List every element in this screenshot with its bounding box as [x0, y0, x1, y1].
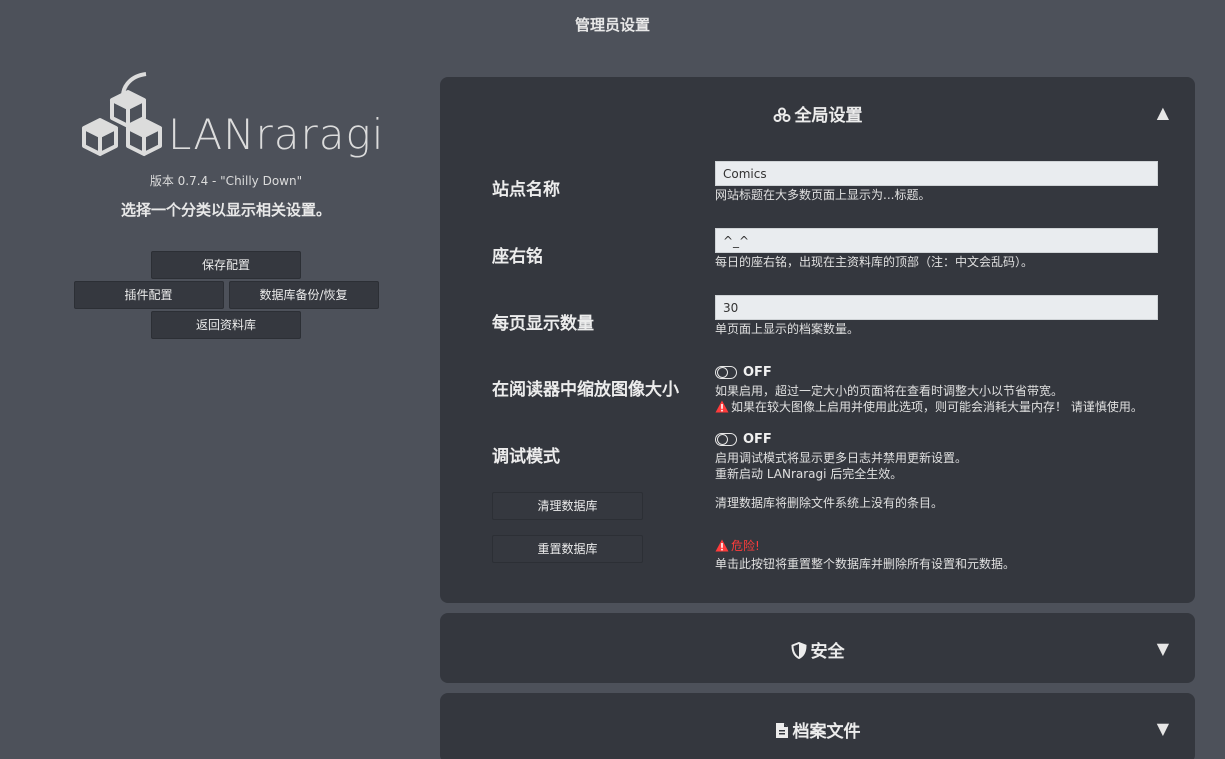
reset-danger-line: 危险!: [715, 538, 1158, 556]
security-panel: 安全 ▼: [440, 613, 1195, 683]
logo-text: LANraragi: [168, 110, 385, 159]
toggle-off-icon: [715, 432, 737, 446]
logo-cubes-icon: [82, 72, 162, 156]
resize-desc: 如果启用，超过一定大小的页面将在查看时调整大小以节省带宽。: [715, 384, 1064, 398]
resize-warning-text: 如果在较大图像上启用并使用此选项，则可能会消耗大量内存！ 请谨慎使用。: [731, 400, 1143, 414]
archive-files-header[interactable]: 档案文件 ▼: [440, 693, 1195, 759]
logo: LANraragi: [70, 70, 385, 170]
global-settings-header[interactable]: 全局设置 ▲: [440, 77, 1195, 147]
per-page-desc: 单页面上显示的档案数量。: [715, 322, 860, 336]
cogs-icon: [773, 107, 791, 128]
collapse-arrow-icon[interactable]: ▲: [1157, 103, 1169, 122]
resize-warning-line: 如果在较大图像上启用并使用此选项，则可能会消耗大量内存！ 请谨慎使用。: [715, 399, 1158, 417]
reset-db-desc: 单击此按钮将重置整个数据库并删除所有设置和元数据。: [715, 557, 1016, 571]
expand-arrow-icon[interactable]: ▼: [1157, 639, 1169, 658]
global-settings-title: 全局设置: [794, 106, 863, 126]
sidebar: LANraragi 版本 0.7.4 - "Chilly Down" 选择一个分…: [70, 70, 385, 339]
file-icon: [775, 722, 789, 744]
plugin-config-button[interactable]: 插件配置: [73, 281, 224, 309]
per-page-input[interactable]: [715, 295, 1158, 320]
security-title: 安全: [810, 642, 845, 662]
motd-label: 座右铭: [492, 247, 543, 267]
reset-db-button[interactable]: 重置数据库: [492, 535, 643, 563]
security-header[interactable]: 安全 ▼: [440, 613, 1195, 683]
save-config-button[interactable]: 保存配置: [151, 251, 301, 279]
debug-desc-restart: 重新启动 LANraragi 后完全生效。: [715, 467, 903, 481]
archive-files-panel: 档案文件 ▼: [440, 693, 1195, 759]
debug-desc: 启用调试模式将显示更多日志并禁用更新设置。: [715, 451, 968, 465]
debug-label: 调试模式: [492, 447, 560, 467]
clean-db-button[interactable]: 清理数据库: [492, 492, 643, 520]
resize-toggle[interactable]: OFF: [715, 363, 1158, 381]
global-settings-panel: 全局设置 ▲ 站点名称 网站标题在大多数页面上显示为...标题。 座右铭 每日的…: [440, 77, 1195, 603]
shield-icon: [790, 641, 807, 664]
resize-toggle-state: OFF: [743, 364, 772, 380]
motd-desc: 每日的座右铭，出现在主资料库的顶部（注：中文会乱码）。: [715, 255, 1034, 269]
motd-input[interactable]: [715, 228, 1158, 253]
warning-icon: [715, 539, 729, 556]
toggle-off-icon: [715, 365, 737, 379]
site-name-label: 站点名称: [492, 180, 560, 200]
select-hint: 选择一个分类以显示相关设置。: [120, 201, 331, 219]
warning-icon: [715, 400, 729, 417]
site-name-input[interactable]: [715, 161, 1158, 186]
debug-toggle[interactable]: OFF: [715, 430, 1158, 448]
debug-toggle-state: OFF: [743, 431, 772, 447]
resize-label: 在阅读器中缩放图像大小: [492, 380, 679, 400]
return-library-button[interactable]: 返回资料库: [151, 311, 301, 339]
archive-files-title: 档案文件: [792, 722, 861, 742]
clean-db-desc: 清理数据库将删除文件系统上没有的条目。: [715, 496, 944, 510]
backup-restore-button[interactable]: 数据库备份/恢复: [228, 281, 379, 309]
site-name-desc: 网站标题在大多数页面上显示为...标题。: [715, 188, 931, 202]
page-title: 管理员设置: [574, 16, 650, 34]
per-page-label: 每页显示数量: [492, 314, 594, 334]
version-label: 版本 0.7.4 - "Chilly Down": [149, 174, 303, 188]
reset-danger-text: 危险!: [731, 539, 760, 553]
expand-arrow-icon[interactable]: ▼: [1157, 719, 1169, 738]
